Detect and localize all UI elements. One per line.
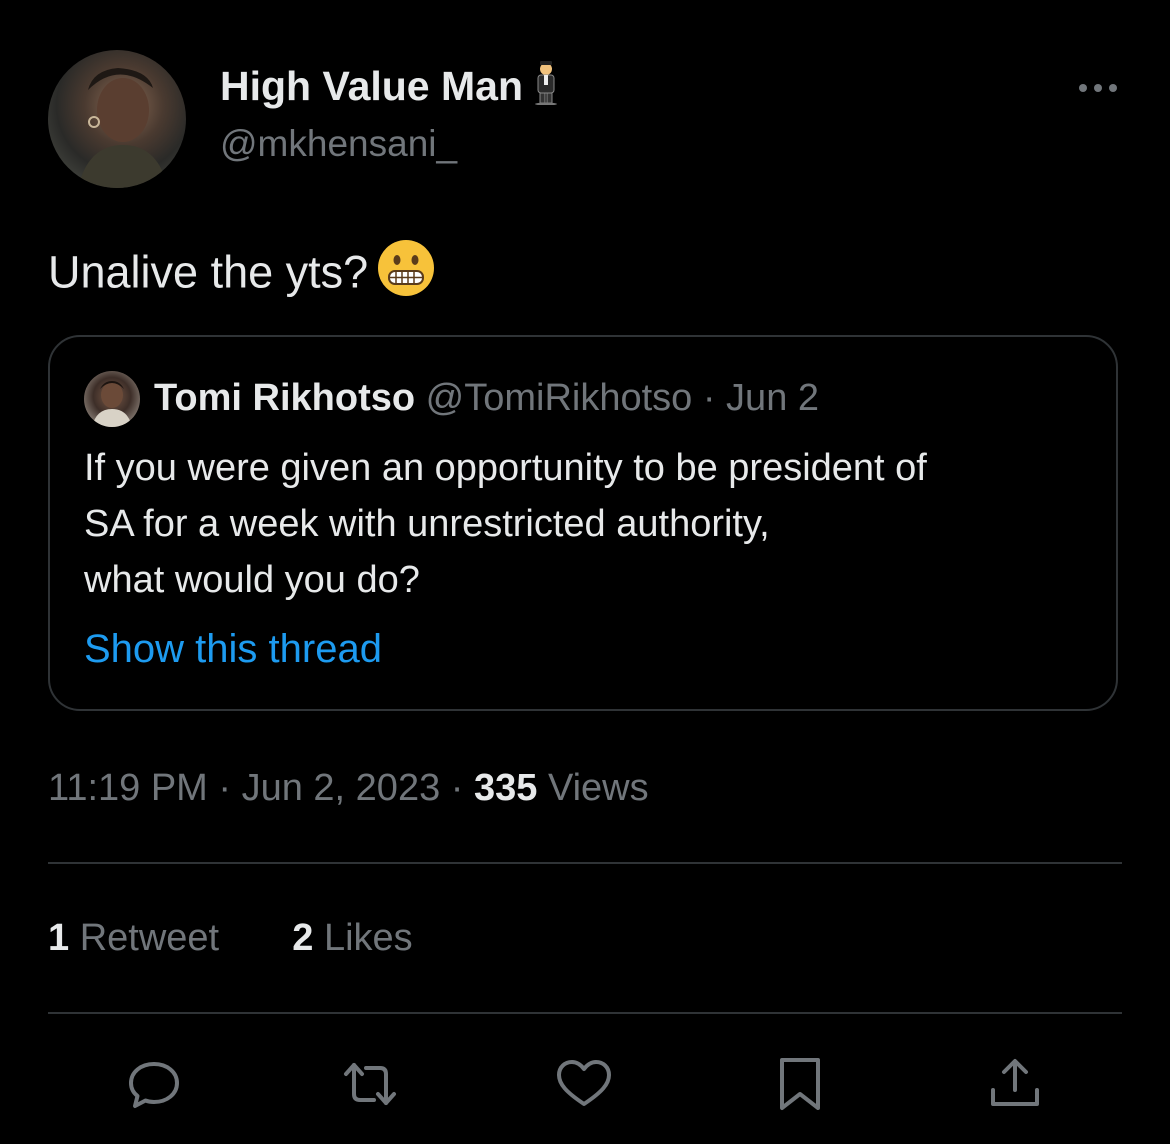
quoted-text-line: If you were given an opportunity to be p…	[84, 447, 927, 489]
grimacing-face-icon	[376, 238, 436, 313]
retweets-count: 1	[48, 917, 70, 959]
quoted-author-name: Tomi Rikhotso	[154, 377, 416, 419]
likes-label: Likes	[323, 917, 413, 959]
views-count: 335	[473, 767, 538, 809]
quoted-text-line: what would you do?	[84, 559, 420, 601]
retweet-icon[interactable]	[340, 1054, 400, 1114]
quoted-text-line: SA for a week with unrestricted authorit…	[84, 503, 770, 545]
likes-stat[interactable]: 2 Likes	[292, 917, 412, 959]
divider	[48, 1012, 1122, 1014]
more-icon[interactable]	[1076, 70, 1120, 106]
reply-icon[interactable]	[124, 1054, 184, 1114]
likes-count: 2	[292, 917, 314, 959]
tweet-meta: 11:19 PM · Jun 2, 2023 · 335 Views	[48, 762, 649, 814]
quoted-header: Tomi Rikhotso @TomiRikhotso · Jun 2	[154, 373, 819, 423]
tweet-text: Unalive the yts?	[48, 238, 436, 313]
retweets-label: Retweet	[79, 917, 220, 959]
tweet-stats: 1 Retweet 2 Likes	[48, 912, 413, 964]
quoted-tweet-text: If you were given an opportunity to be p…	[84, 440, 1094, 608]
quoted-author-meta: @TomiRikhotso · Jun 2	[425, 377, 820, 419]
share-icon[interactable]	[985, 1054, 1045, 1114]
show-thread-link[interactable]: Show this thread	[84, 622, 382, 676]
man-in-suit-emoji-icon	[533, 61, 559, 117]
like-icon[interactable]	[554, 1054, 614, 1114]
author-name[interactable]: High Value Man	[220, 60, 559, 117]
tweet-text-content: Unalive the yts?	[48, 246, 369, 298]
divider	[48, 862, 1122, 864]
tweet-timestamp[interactable]: 11:19 PM · Jun 2, 2023 ·	[48, 767, 474, 809]
author-avatar[interactable]	[48, 50, 186, 188]
quoted-author-avatar	[84, 371, 140, 427]
author-handle[interactable]: @mkhensani_	[220, 120, 457, 168]
views-label: Views	[537, 767, 649, 809]
bookmark-icon[interactable]	[770, 1054, 830, 1114]
retweets-stat[interactable]: 1 Retweet	[48, 917, 219, 959]
author-name-text: High Value Man	[220, 63, 523, 109]
